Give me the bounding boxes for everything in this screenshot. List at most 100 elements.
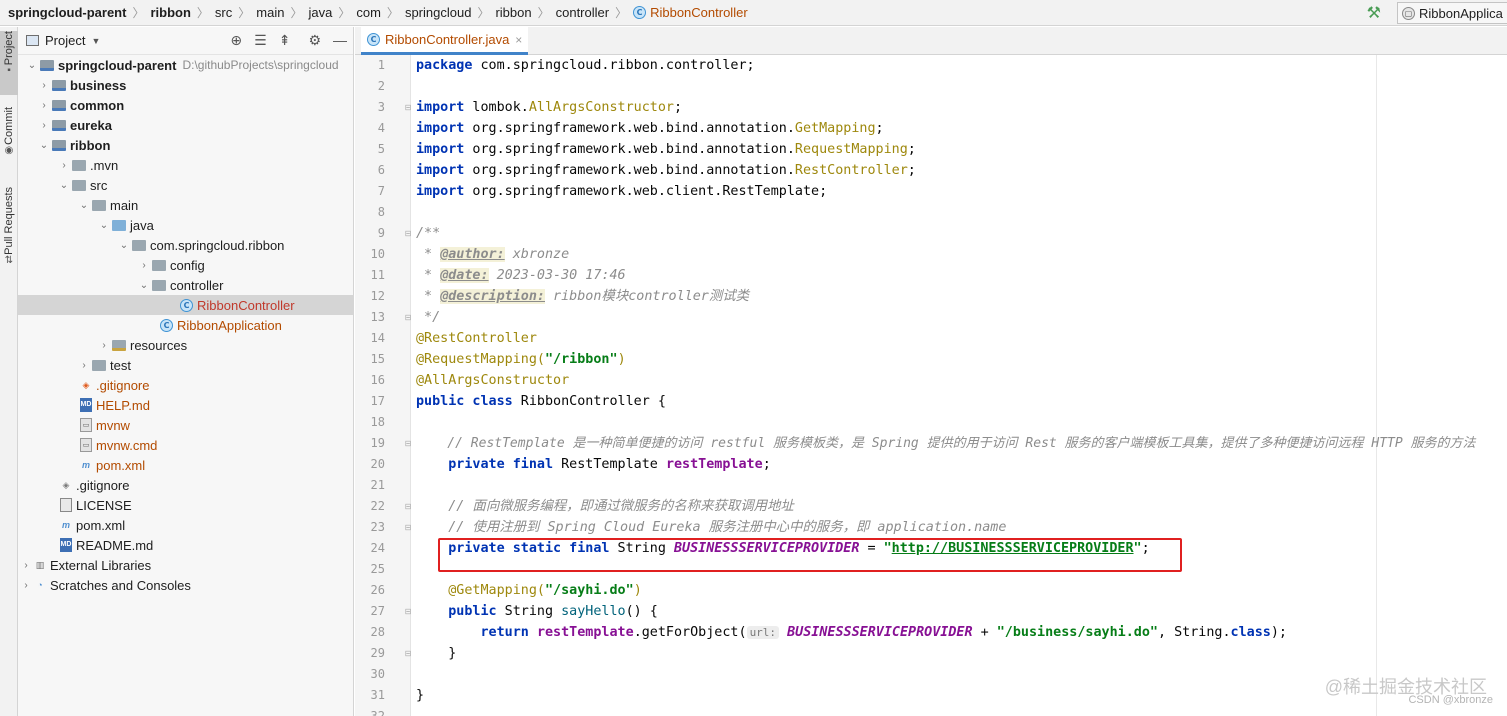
code-text: String [496,604,562,619]
tree-item-common[interactable]: › common [18,95,354,115]
line-number: 16 [370,373,385,387]
tree-item-pom-xml-ribbon[interactable]: m pom.xml [18,455,354,475]
chevron-right-icon[interactable]: › [96,340,112,351]
class-icon: C [367,33,380,46]
tree-item-label: mvnw [96,417,130,433]
run-configuration-selector[interactable]: ▢ RibbonApplica [1397,2,1507,24]
fold-marker-icon[interactable]: ⊟ [403,496,413,517]
run-configuration-label: RibbonApplica [1419,5,1503,21]
watermark-secondary: CSDN @xbronze [1408,694,1493,706]
build-hammer-icon[interactable]: ⚒ [1367,3,1381,23]
fold-marker-icon[interactable]: ⊟ [403,601,413,622]
breadcrumb-item[interactable]: com [356,5,381,20]
chevron-right-icon[interactable]: › [36,80,52,91]
line-number: 28 [370,625,385,639]
chevron-right-icon[interactable]: › [36,120,52,131]
tree-item-java[interactable]: ⌄ java [18,215,354,235]
library-icon: ▥ [35,560,45,570]
tree-item-business[interactable]: › business [18,75,354,95]
collapse-all-icon[interactable]: ⇞ [279,32,291,49]
fold-marker-icon[interactable]: ⊟ [403,517,413,538]
tree-item-readme[interactable]: MD README.md [18,535,354,555]
line-number: 32 [370,709,385,716]
chevron-right-icon[interactable]: › [18,580,34,591]
tool-tab-pull-requests[interactable]: Pull Requests ⇅ [0,187,18,277]
javadoc-tag: @date: [440,268,489,283]
tree-item-mvn[interactable]: › .mvn [18,155,354,175]
breadcrumb-item[interactable]: controller [556,5,609,20]
fold-marker-icon[interactable]: ⊟ [403,643,413,664]
tree-item-test[interactable]: › test [18,355,354,375]
code-text: org.springframework.web.bind.annotation. [464,121,795,136]
tree-item-help-md[interactable]: MD HELP.md [18,395,354,415]
chevron-down-icon[interactable]: ⌄ [96,220,112,231]
tool-tab-project[interactable]: Project ▪ [0,31,18,95]
line-number: 13 [370,310,385,324]
breadcrumb-item[interactable]: src [215,5,232,20]
breadcrumb-item[interactable]: ribbon [495,5,531,20]
markdown-file-icon: MD [60,538,72,552]
tree-item-src[interactable]: ⌄ src [18,175,354,195]
locate-icon[interactable]: ⊕ [230,32,242,49]
tree-item-gitignore[interactable]: ◈ .gitignore [18,375,354,395]
code-text: ; [762,457,771,472]
breadcrumb-item[interactable]: springcloud [405,5,472,20]
tree-item-external-libraries[interactable]: › ▥ External Libraries [18,555,354,575]
code-line: public class RibbonController { [416,391,666,412]
breadcrumb-item-current[interactable]: C RibbonController [633,5,748,20]
chevron-down-icon[interactable]: ⌄ [36,140,52,151]
tree-item-mvnw-cmd[interactable]: ▭ mvnw.cmd [18,435,354,455]
tree-item-ribbon-application[interactable]: C RibbonApplication [18,315,354,335]
chevron-down-icon[interactable]: ⌄ [136,280,152,291]
line-number: 1 [377,58,385,72]
tool-tab-commit[interactable]: Commit ◉ [0,107,18,167]
chevron-right-icon[interactable]: › [36,100,52,111]
tree-item-gitignore-root[interactable]: ◈ .gitignore [18,475,354,495]
chevron-down-icon[interactable]: ⌄ [116,240,132,251]
fold-marker-icon[interactable]: ⊟ [403,307,413,328]
chevron-right-icon[interactable]: › [76,360,92,371]
tree-item-ribbon[interactable]: ⌄ ribbon [18,135,354,155]
breadcrumb-item[interactable]: springcloud-parent [8,5,126,20]
tree-item-config[interactable]: › config [18,255,354,275]
minimize-icon[interactable]: — [333,32,347,49]
module-folder-icon [52,79,66,91]
breadcrumb-item[interactable]: java [308,5,332,20]
code-line: @RestController [416,328,537,349]
tree-item-main[interactable]: ⌄ main [18,195,354,215]
code-constant: BUSINESSSERVICEPROVIDER [779,625,973,640]
chevron-right-icon[interactable]: › [136,260,152,271]
editor-tab-ribbon-controller[interactable]: C RibbonController.java × [361,27,529,55]
chevron-right-icon[interactable]: › [56,160,72,171]
expand-all-icon[interactable]: ☰ [254,32,267,49]
fold-marker-icon[interactable]: ⊟ [403,97,413,118]
tree-item-controller[interactable]: ⌄ controller [18,275,354,295]
line-number: 11 [370,268,385,282]
tree-item-eureka[interactable]: › eureka [18,115,354,135]
close-icon[interactable]: × [515,33,522,47]
chevron-right-icon[interactable]: › [18,560,34,571]
gear-icon[interactable]: ⚙ [308,32,321,49]
tree-item-resources[interactable]: › resources [18,335,354,355]
chevron-down-icon[interactable]: ⌄ [24,60,40,71]
tree-item-mvnw[interactable]: ▭ mvnw [18,415,354,435]
source-folder-icon [112,219,126,231]
chevron-down-icon[interactable]: ⌄ [56,180,72,191]
tree-item-license[interactable]: LICENSE [18,495,354,515]
breadcrumb-item[interactable]: ribbon [150,5,190,20]
tree-item-scratches[interactable]: › ◔ Scratches and Consoles [18,575,354,595]
tree-item-label: common [70,97,125,113]
line-number: 15 [370,352,385,366]
tree-item-package[interactable]: ⌄ com.springcloud.ribbon [18,235,354,255]
fold-marker-icon[interactable]: ⊟ [403,223,413,244]
tree-item-pom-xml-root[interactable]: m pom.xml [18,515,354,535]
project-panel-title[interactable]: Project [45,33,85,48]
chevron-down-icon[interactable]: ▼ [91,36,100,46]
fold-marker-icon[interactable]: ⊟ [403,433,413,454]
code-comment: ribbon模块controller测试类 [545,289,750,304]
chevron-down-icon[interactable]: ⌄ [76,200,92,211]
tree-item-ribbon-controller[interactable]: C RibbonController [18,295,354,315]
tree-item-root[interactable]: ⌄ springcloud-parent D:\githubProjects\s… [18,55,354,75]
code-text: } [416,688,425,703]
breadcrumb-item[interactable]: main [256,5,284,20]
